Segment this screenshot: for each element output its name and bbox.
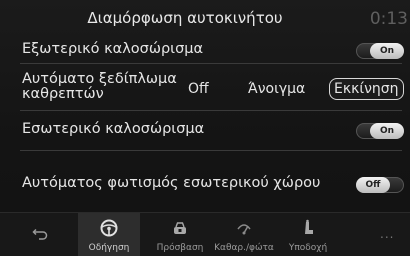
- tab-label: Καθαρ./φώτα: [214, 243, 274, 253]
- setting-label-line1: Αυτόματο ξεδίπλωμα: [22, 71, 177, 87]
- setting-label: Αυτόματος φωτισμός εσωτερικού χώρου: [22, 175, 321, 191]
- option-opening[interactable]: Άνοιγμα: [248, 78, 305, 100]
- seat-icon: [305, 219, 313, 234]
- back-arrow-icon: [32, 228, 48, 240]
- setting-label: Αυτόματο ξεδίπλωμα καθρεπτών: [22, 72, 177, 102]
- option-off[interactable]: Off: [188, 78, 209, 100]
- header: Διαμόρφωση αυτοκινήτου 0:13: [0, 0, 410, 38]
- steering-wheel-icon: [100, 219, 118, 237]
- clock: 0:13: [369, 9, 408, 29]
- bottom-navigation: Οδήγηση Πρόσβαση Καθαρ./φώτα Υποδοχή ...: [0, 212, 410, 256]
- setting-label-line2: καθρεπτών: [22, 86, 104, 102]
- setting-row-auto-interior-lighting: Αυτόματος φωτισμός εσωτερικού χώρου Off: [0, 172, 410, 196]
- exterior-welcome-toggle[interactable]: On: [356, 43, 404, 59]
- tab-access[interactable]: Πρόσβαση: [148, 213, 212, 256]
- setting-row-exterior-welcome: Εξωτερικό καλοσώρισμα On: [0, 38, 410, 62]
- setting-label: Εσωτερικό καλοσώρισμα: [22, 121, 205, 137]
- more-icon[interactable]: ...: [380, 227, 394, 241]
- tab-label: Πρόσβαση: [156, 243, 204, 253]
- setting-label: Εξωτερικό καλοσώρισμα: [22, 41, 204, 57]
- auto-interior-lighting-toggle[interactable]: Off: [356, 177, 404, 193]
- page-title: Διαμόρφωση αυτοκινήτου: [87, 9, 283, 27]
- setting-row-interior-welcome: Εσωτερικό καλοσώρισμα On: [0, 118, 410, 142]
- tab-driving[interactable]: Οδήγηση: [78, 213, 140, 256]
- car-lock-icon: [174, 222, 186, 234]
- setting-row-mirror-folding: Αυτόματο ξεδίπλωμα καθρεπτών Off Άνοιγμα…: [0, 70, 410, 106]
- tab-label: Οδήγηση: [88, 243, 130, 253]
- mirror-folding-selector[interactable]: Off Άνοιγμα Εκκίνηση: [176, 78, 410, 100]
- wiper-icon: [237, 224, 251, 235]
- divider: [20, 110, 402, 111]
- tab-cleaning-lights[interactable]: Καθαρ./φώτα: [212, 213, 276, 256]
- toggle-knob: On: [370, 123, 404, 139]
- toggle-knob: Off: [356, 177, 390, 193]
- toggle-knob: On: [370, 43, 404, 59]
- car-settings-screen: Διαμόρφωση αυτοκινήτου 0:13 Εξωτερικό κα…: [0, 0, 410, 256]
- divider: [20, 63, 402, 64]
- interior-welcome-toggle[interactable]: On: [356, 123, 404, 139]
- tab-welcome[interactable]: Υποδοχή: [278, 213, 338, 256]
- option-start[interactable]: Εκκίνηση: [329, 78, 404, 100]
- back-button[interactable]: [20, 213, 60, 256]
- tab-label: Υποδοχή: [288, 243, 328, 253]
- divider: [20, 150, 402, 151]
